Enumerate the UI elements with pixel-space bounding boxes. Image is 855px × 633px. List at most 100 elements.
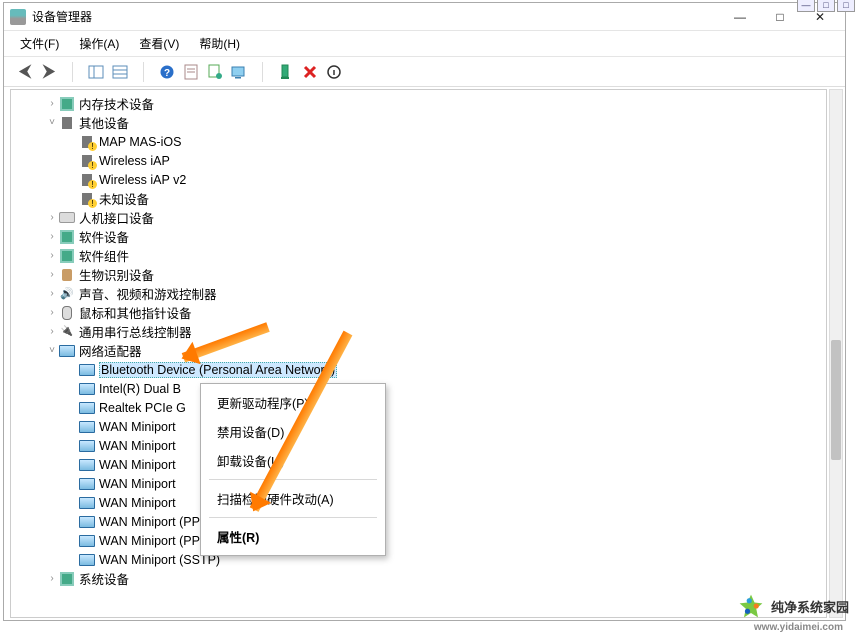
- maximize-button[interactable]: □: [761, 6, 799, 28]
- warn-icon: [79, 192, 95, 206]
- update-driver-button[interactable]: [204, 61, 226, 83]
- tree-node-label: Intel(R) Dual B: [99, 382, 181, 396]
- menu-help[interactable]: 帮助(H): [191, 32, 248, 55]
- net-icon: [79, 420, 95, 434]
- tree-node[interactable]: MAP MAS-iOS: [11, 132, 826, 151]
- tree-node[interactable]: WAN Miniport: [11, 455, 826, 474]
- tree-node-label: 声音、视频和游戏控制器: [79, 284, 217, 303]
- tree-node-label: WAN Miniport: [99, 477, 176, 491]
- tree-node[interactable]: Bluetooth Device (Personal Area Network): [11, 360, 826, 379]
- tree-node[interactable]: › 内存技术设备: [11, 94, 826, 113]
- tree-node[interactable]: › 通用串行总线控制器: [11, 322, 826, 341]
- chevron-right-icon[interactable]: ›: [45, 212, 59, 223]
- tree-node[interactable]: › 系统设备: [11, 569, 826, 588]
- net-icon: [79, 553, 95, 567]
- scan-hardware-button[interactable]: [228, 61, 250, 83]
- chevron-right-icon[interactable]: ›: [45, 269, 59, 280]
- watermark-url: www.yidaimei.com: [754, 622, 843, 633]
- app-icon: [10, 9, 26, 25]
- warn-icon: [79, 154, 95, 168]
- chevron-right-icon[interactable]: ›: [45, 307, 59, 318]
- tree-node-label: 系统设备: [79, 569, 129, 588]
- uninstall-device-button[interactable]: [299, 61, 321, 83]
- watermark-logo-icon: [737, 592, 765, 620]
- tree-node[interactable]: ›生物识别设备: [11, 265, 826, 284]
- tree-node-label: MAP MAS-iOS: [99, 135, 181, 149]
- show-hide-tree-button[interactable]: [85, 61, 107, 83]
- chevron-right-icon[interactable]: ›: [45, 231, 59, 242]
- chip-icon: [59, 572, 75, 586]
- tree-node[interactable]: ›人机接口设备: [11, 208, 826, 227]
- tree-node[interactable]: ›软件组件: [11, 246, 826, 265]
- vertical-scrollbar[interactable]: [829, 89, 843, 618]
- tree-node[interactable]: Intel(R) Dual B: [11, 379, 826, 398]
- net-icon: [79, 401, 95, 415]
- net-icon: [79, 477, 95, 491]
- tree-node[interactable]: Wireless iAP: [11, 151, 826, 170]
- tree-node[interactable]: ˅ 其他设备: [11, 113, 826, 132]
- context-menu-item[interactable]: 更新驱动程序(P): [203, 388, 383, 417]
- scroll-thumb[interactable]: [831, 340, 841, 460]
- context-menu-item[interactable]: 禁用设备(D): [203, 417, 383, 446]
- disable-device-button[interactable]: [323, 61, 345, 83]
- chevron-down-icon[interactable]: ˅: [45, 345, 59, 356]
- context-menu-separator: [209, 479, 377, 480]
- chevron-right-icon[interactable]: ›: [45, 250, 59, 261]
- chevron-right-icon[interactable]: ›: [45, 326, 59, 337]
- finger-icon: [59, 268, 75, 282]
- other-icon: [59, 116, 75, 130]
- net-icon: [79, 515, 95, 529]
- tree-node-label: 内存技术设备: [79, 94, 154, 113]
- forward-button[interactable]: ⮞: [38, 61, 60, 83]
- tree-node[interactable]: WAN Miniport: [11, 493, 826, 512]
- menu-file[interactable]: 文件(F): [12, 32, 67, 55]
- tree-node-label: 通用串行总线控制器: [79, 322, 192, 341]
- tree-node[interactable]: Realtek PCIe G: [11, 398, 826, 417]
- tree-node-label: 软件设备: [79, 227, 129, 246]
- context-menu-separator: [209, 517, 377, 518]
- tree-node-label: WAN Miniport: [99, 458, 176, 472]
- tree-node[interactable]: › 软件设备: [11, 227, 826, 246]
- help-button[interactable]: ?: [156, 61, 178, 83]
- net-icon: [79, 439, 95, 453]
- menu-view[interactable]: 查看(V): [131, 32, 187, 55]
- chevron-right-icon[interactable]: ›: [45, 288, 59, 299]
- chevron-right-icon[interactable]: ›: [45, 98, 59, 109]
- tree-node-label: WAN Miniport: [99, 439, 176, 453]
- menubar: 文件(F) 操作(A) 查看(V) 帮助(H): [4, 31, 845, 57]
- sound-icon: [59, 287, 75, 301]
- background-window-controls: —□□: [795, 0, 855, 12]
- tree-node[interactable]: Wireless iAP v2: [11, 170, 826, 189]
- tree-node[interactable]: WAN Miniport: [11, 436, 826, 455]
- tree-node[interactable]: ›鼠标和其他指针设备: [11, 303, 826, 322]
- device-manager-window: 设备管理器 — □ ✕ 文件(F) 操作(A) 查看(V) 帮助(H) ⮜ ⮞ …: [3, 2, 846, 621]
- properties-button[interactable]: [180, 61, 202, 83]
- tree-node-label: WAN Miniport: [99, 420, 176, 434]
- tree-node[interactable]: ˅网络适配器: [11, 341, 826, 360]
- chip-icon: [59, 97, 75, 111]
- chevron-down-icon[interactable]: ˅: [45, 117, 59, 128]
- net-icon: [79, 496, 95, 510]
- tree-node-label: 未知设备: [99, 189, 149, 208]
- tree-node-label: 其他设备: [79, 113, 129, 132]
- context-menu-item[interactable]: 属性(R): [203, 522, 383, 551]
- back-button[interactable]: ⮜: [14, 61, 36, 83]
- tree-node[interactable]: WAN Miniport (PPTP): [11, 531, 826, 550]
- context-menu-item[interactable]: 卸载设备(U): [203, 446, 383, 475]
- tree-node-label: WAN Miniport: [99, 496, 176, 510]
- menu-action[interactable]: 操作(A): [71, 32, 127, 55]
- tree-node[interactable]: WAN Miniport (PPPOE): [11, 512, 826, 531]
- tree-node[interactable]: WAN Miniport: [11, 417, 826, 436]
- export-list-button[interactable]: [109, 61, 131, 83]
- tree-node[interactable]: WAN Miniport: [11, 474, 826, 493]
- tree-node[interactable]: 未知设备: [11, 189, 826, 208]
- device-tree[interactable]: › 内存技术设备 ˅ 其他设备 MAP MAS-iOS Wireless iAPWirel…: [10, 89, 827, 618]
- tree-node[interactable]: WAN Miniport (SSTP): [11, 550, 826, 569]
- titlebar[interactable]: 设备管理器 — □ ✕: [4, 3, 845, 31]
- minimize-button[interactable]: —: [721, 6, 759, 28]
- context-menu-item[interactable]: 扫描检测硬件改动(A): [203, 484, 383, 513]
- tree-node-label: Bluetooth Device (Personal Area Network): [99, 362, 337, 378]
- tree-node[interactable]: › 声音、视频和游戏控制器: [11, 284, 826, 303]
- chevron-right-icon[interactable]: ›: [45, 573, 59, 584]
- enable-device-button[interactable]: [275, 61, 297, 83]
